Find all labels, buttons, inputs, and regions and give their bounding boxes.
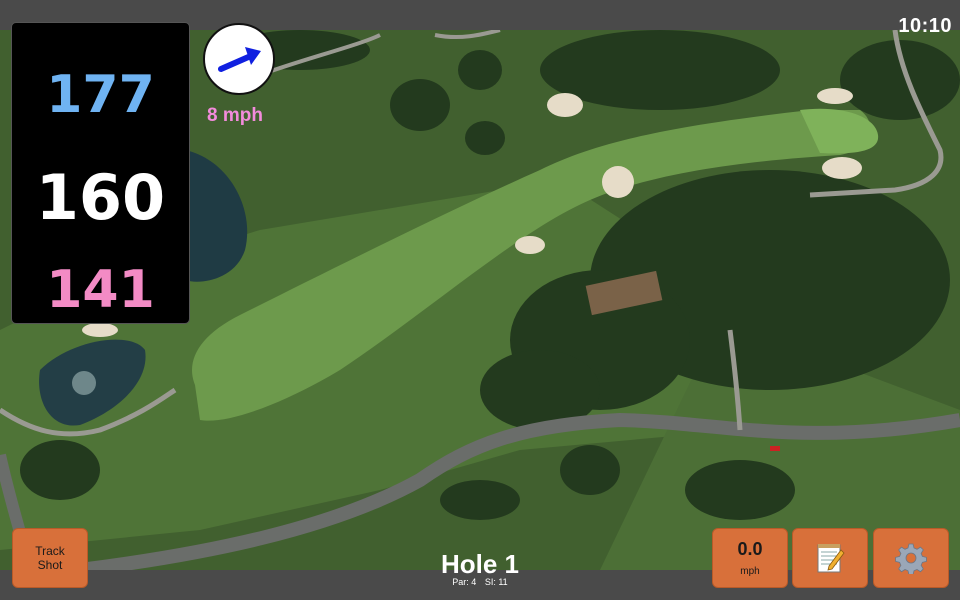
speed-button[interactable]: 0.0 mph [712, 528, 788, 588]
hole-title: Hole 1 [440, 549, 520, 579]
middle-distance: 160 [35, 161, 166, 234]
hole-info: Par: 4 SI: 11 [380, 577, 580, 587]
front-distance: 141 [46, 260, 155, 320]
settings-button[interactable] [873, 528, 949, 588]
hole-stroke-index: SI: 11 [484, 577, 508, 587]
notes-button[interactable] [792, 528, 868, 588]
clock: 10:10 [898, 15, 952, 37]
speed-value: 0.0 [737, 539, 763, 559]
wind-arrow-icon [218, 47, 261, 72]
gear-icon [895, 543, 927, 574]
wind-speed: 8 mph [207, 105, 263, 126]
notepad-icon [817, 544, 845, 573]
track-shot-button[interactable]: Track Shot [12, 528, 88, 588]
hole-par: Par: 4 [452, 577, 477, 587]
speed-unit: mph [740, 566, 760, 577]
back-distance: 177 [46, 65, 155, 125]
wind-compass [203, 23, 275, 95]
track-shot-label: Track Shot [35, 544, 65, 572]
distance-panel: 177 160 141 [11, 22, 190, 324]
